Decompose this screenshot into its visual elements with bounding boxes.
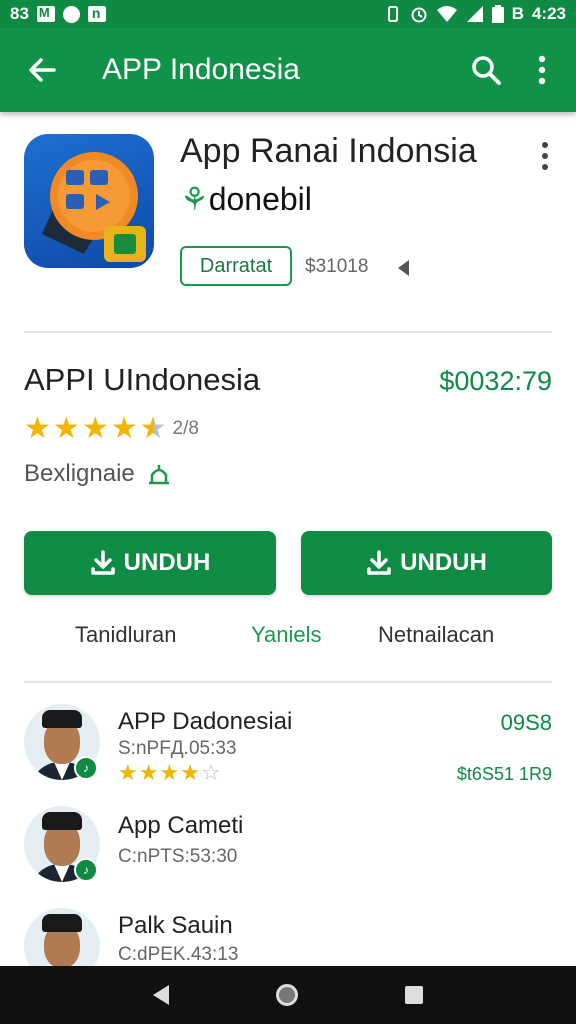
- rating-stars: ★ ★ ★ ★ ★ 2/8: [24, 414, 199, 444]
- battery-icon: [491, 5, 504, 23]
- nav-back-icon[interactable]: [153, 985, 170, 1005]
- more-vert-icon: [538, 55, 546, 85]
- download-button[interactable]: UNDUH: [24, 531, 276, 595]
- app-name: App Ranai Indonsia: [180, 132, 477, 170]
- back-button[interactable]: [0, 28, 84, 112]
- page-title: APP Indonesia: [102, 53, 300, 86]
- verified-icon: ♪: [74, 858, 98, 882]
- star-icon: ★: [180, 760, 200, 785]
- price-small: $31018: [305, 256, 369, 277]
- app-logo-icon: [24, 134, 154, 268]
- status-prefix: B: [511, 4, 524, 23]
- system-nav-bar: [0, 966, 576, 1024]
- item-stars: ★ ★ ★ ★ ☆: [118, 762, 221, 784]
- list-item[interactable]: ♪ App Cameti C:nPTS:53:30: [0, 804, 576, 904]
- more-options-button[interactable]: [514, 28, 570, 112]
- star-icon: ★: [24, 412, 51, 445]
- rating-count: 2/8: [172, 418, 199, 439]
- arrow-back-icon: [29, 58, 56, 82]
- empty-star-icon: ☆: [200, 760, 221, 785]
- star-icon: ★: [81, 412, 109, 445]
- tabs: Tanidluran Yaniels Netnailacan: [0, 616, 576, 656]
- info-title: APPI UIndonesia: [24, 362, 261, 397]
- header-more-button[interactable]: [530, 138, 560, 178]
- divider: [24, 681, 552, 683]
- play-left-icon: [398, 260, 409, 276]
- item-name: Palk Sauin: [118, 912, 233, 939]
- gmail-icon: [36, 5, 55, 22]
- item-value: 09S8: [500, 710, 552, 735]
- download-label: UNDUH: [123, 549, 211, 576]
- wifi-icon: [436, 6, 457, 22]
- info-price: $0032:79: [439, 366, 552, 396]
- list-item[interactable]: ♪ APP Dadonesiai S:nPFД.05:33 ★ ★ ★ ★ ☆ …: [0, 700, 576, 800]
- status-time: 4:23: [531, 4, 566, 23]
- download-icon: [90, 550, 115, 575]
- developer-label: donebil: [208, 181, 312, 217]
- star-icon: ★: [52, 412, 80, 445]
- tab-third[interactable]: Netnailacan: [378, 622, 494, 648]
- nav-recents-icon[interactable]: [404, 986, 423, 1004]
- item-price: $t6S51 1R9: [456, 764, 552, 784]
- category[interactable]: Bexlignaie: [24, 460, 171, 488]
- item-sub: C:dPEK.43:13: [118, 944, 239, 965]
- screen: 83 B 4:23 APP Indonesia: [0, 0, 576, 1024]
- developer-leaf-icon: ⚘: [180, 181, 209, 217]
- notification-icon: [62, 5, 80, 23]
- nav-home-icon[interactable]: [275, 984, 298, 1006]
- search-icon: [472, 56, 501, 85]
- tab-second[interactable]: Yaniels: [251, 622, 322, 648]
- item-name: App Cameti: [118, 812, 244, 839]
- category-label: Bexlignaie: [24, 460, 135, 487]
- download-button-2[interactable]: UNDUH: [301, 531, 552, 595]
- download-label: UNDUH: [400, 549, 487, 576]
- developer-name[interactable]: ⚘donebil: [180, 180, 312, 218]
- tab-first[interactable]: Tanidluran: [75, 622, 177, 648]
- item-sub: C:nPTS:53:30: [118, 846, 238, 867]
- star-icon: ★: [110, 412, 138, 445]
- vibrate-icon: [387, 6, 398, 22]
- app-notification-icon: [87, 5, 106, 22]
- install-chip[interactable]: Darratat: [180, 246, 292, 286]
- app-header: App Ranai Indonsia ⚘donebil Darratat $31…: [0, 112, 576, 332]
- verified-icon: ♪: [74, 756, 98, 780]
- app-bar: APP Indonesia: [0, 28, 576, 112]
- star-icon: ★: [159, 760, 180, 785]
- search-button[interactable]: [458, 28, 514, 112]
- item-sub: S:nPFД.05:33: [118, 738, 237, 759]
- star-icon: ★: [138, 760, 159, 785]
- status-bar: 83 B 4:23: [0, 0, 576, 28]
- alarm-icon: [411, 7, 427, 23]
- half-star-icon: ★: [139, 412, 167, 445]
- star-icon: ★: [118, 760, 138, 785]
- mosque-icon: [148, 465, 169, 485]
- download-icon: [367, 550, 391, 575]
- item-name: APP Dadonesiai: [118, 708, 293, 735]
- divider: [24, 331, 552, 333]
- status-left-text: 83: [10, 4, 29, 23]
- signal-icon: [466, 6, 483, 22]
